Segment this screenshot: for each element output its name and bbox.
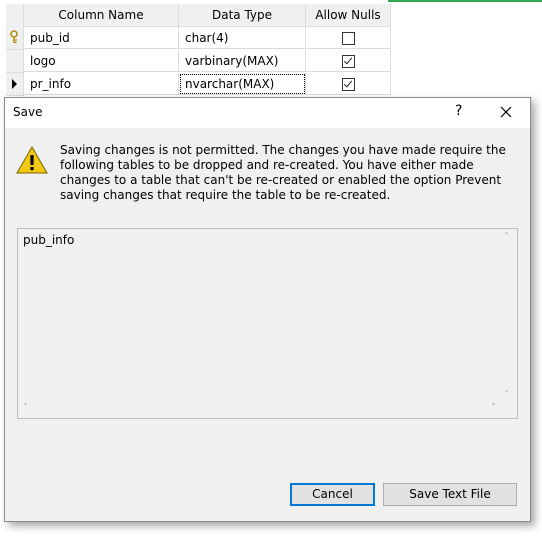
- row-selector[interactable]: [6, 50, 24, 73]
- tables-listbox[interactable]: pub_info ˄ ˅ ˂ ˃: [17, 228, 518, 419]
- key-icon: [10, 30, 18, 44]
- list-item[interactable]: pub_info: [23, 233, 74, 247]
- data-type-cell[interactable]: varbinary(MAX): [179, 50, 306, 72]
- allow-nulls-cell[interactable]: [306, 27, 391, 49]
- header-data-type[interactable]: Data Type: [179, 4, 306, 27]
- status-line: [388, 0, 542, 2]
- column-name-cell[interactable]: pr_info: [24, 73, 179, 95]
- help-button[interactable]: ?: [455, 103, 462, 119]
- allow-nulls-cell[interactable]: [306, 50, 391, 72]
- row-pointer-icon: [12, 79, 17, 89]
- scroll-up-icon[interactable]: ˄: [504, 232, 509, 243]
- table-row[interactable]: logo varbinary(MAX): [6, 50, 391, 73]
- scroll-down-icon[interactable]: ˅: [504, 390, 509, 401]
- save-text-file-button[interactable]: Save Text File: [383, 483, 517, 506]
- allow-nulls-checkbox[interactable]: [342, 32, 355, 45]
- warning-icon: [16, 146, 48, 174]
- allow-nulls-checkbox[interactable]: [342, 78, 355, 91]
- column-name-cell[interactable]: pub_id: [24, 27, 179, 49]
- table-designer-grid: Column Name Data Type Allow Nulls pub_id…: [0, 0, 542, 100]
- dialog-titlebar[interactable]: Save ?: [5, 98, 530, 128]
- dialog-message: Saving changes is not permitted. The cha…: [60, 143, 506, 202]
- data-type-cell[interactable]: char(4): [179, 27, 306, 49]
- allow-nulls-cell[interactable]: [306, 73, 391, 95]
- allow-nulls-checkbox[interactable]: [342, 55, 355, 68]
- header-allow-nulls[interactable]: Allow Nulls: [306, 4, 391, 27]
- row-selector[interactable]: [6, 27, 24, 50]
- save-dialog: Save ? Saving changes is not permitted. …: [4, 97, 531, 522]
- row-selector[interactable]: [6, 73, 24, 96]
- grid-corner: [6, 4, 24, 28]
- dialog-title: Save: [13, 105, 43, 119]
- header-column-name[interactable]: Column Name: [24, 4, 179, 27]
- table-row[interactable]: pub_id char(4): [6, 27, 391, 50]
- scroll-right-icon[interactable]: ˃: [491, 403, 496, 414]
- horizontal-scrollbar[interactable]: ˂ ˃: [18, 401, 501, 418]
- column-name-cell[interactable]: logo: [24, 50, 179, 72]
- data-type-cell[interactable]: nvarchar(MAX): [179, 73, 306, 95]
- vertical-scrollbar[interactable]: ˄ ˅: [500, 229, 517, 402]
- scroll-left-icon[interactable]: ˂: [23, 403, 28, 414]
- close-icon: [500, 106, 512, 118]
- table-row[interactable]: pr_info nvarchar(MAX): [6, 73, 391, 96]
- cancel-button[interactable]: Cancel: [290, 483, 375, 506]
- close-button[interactable]: [493, 100, 519, 124]
